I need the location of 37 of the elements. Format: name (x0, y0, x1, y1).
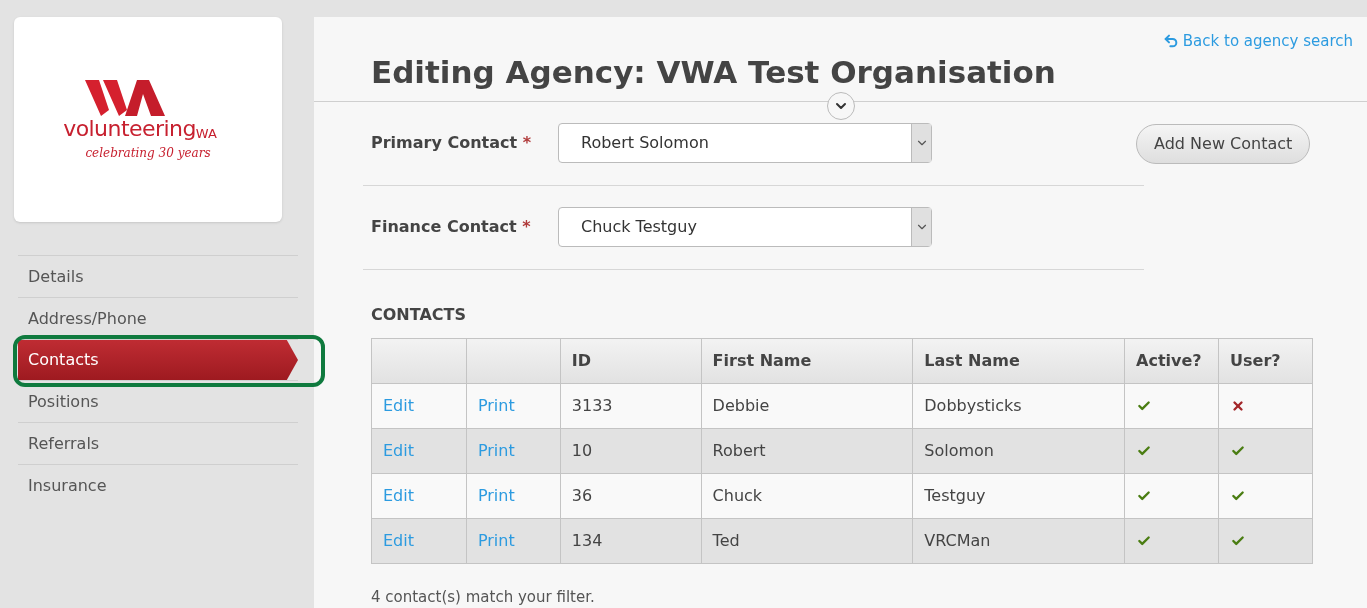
sidebar-item[interactable]: Referrals (18, 423, 298, 464)
add-contact-button[interactable]: Add New Contact (1136, 123, 1311, 164)
collapse-button[interactable] (827, 92, 855, 120)
table-cell: 36 (560, 473, 702, 518)
table-cell: Robert (701, 428, 913, 473)
logo-tagline: celebrating 30 years (85, 144, 211, 162)
table-cell: 3133 (560, 383, 702, 428)
column-header: Last Name (912, 338, 1125, 383)
section-heading: CONTACTS (371, 303, 467, 326)
table-cell: Chuck (701, 473, 913, 518)
table-cell: VRCMan (912, 518, 1125, 563)
sidebar-item[interactable]: Details (18, 256, 298, 297)
column-header: First Name (701, 338, 913, 383)
back-link[interactable]: Back to agency search (1162, 30, 1353, 53)
field-label: Finance Contact * (370, 216, 532, 238)
column-header: ID (560, 338, 702, 383)
undo-icon (1162, 33, 1179, 50)
contact-select[interactable]: Chuck Testguy (558, 207, 932, 247)
table-cell: 10 (560, 428, 702, 473)
result-count: 4 contact(s) match your filter. (371, 586, 596, 608)
logo-suffix: WA (195, 126, 217, 140)
contact-select[interactable]: Robert Solomon (558, 123, 932, 163)
table-cell: Ted (701, 518, 913, 563)
logo-wordmark: volunteering (63, 117, 196, 140)
table-cell: Solomon (912, 428, 1125, 473)
column-header: User? (1218, 338, 1313, 383)
field-label: Primary Contact * (370, 132, 533, 154)
sidebar-item[interactable]: Insurance (18, 465, 298, 506)
table-cell: Dobbysticks (912, 383, 1125, 428)
table-cell: Debbie (701, 383, 913, 428)
page-title: Editing Agency: VWA Test Organisation (371, 56, 1057, 88)
column-header: Active? (1124, 338, 1219, 383)
table-cell: Testguy (912, 473, 1125, 518)
sidebar-item[interactable]: Address/Phone (18, 298, 298, 339)
sidebar-item[interactable]: Positions (18, 381, 298, 422)
sidebar-item[interactable]: Contacts (18, 340, 298, 380)
table-cell: 134 (560, 518, 702, 563)
